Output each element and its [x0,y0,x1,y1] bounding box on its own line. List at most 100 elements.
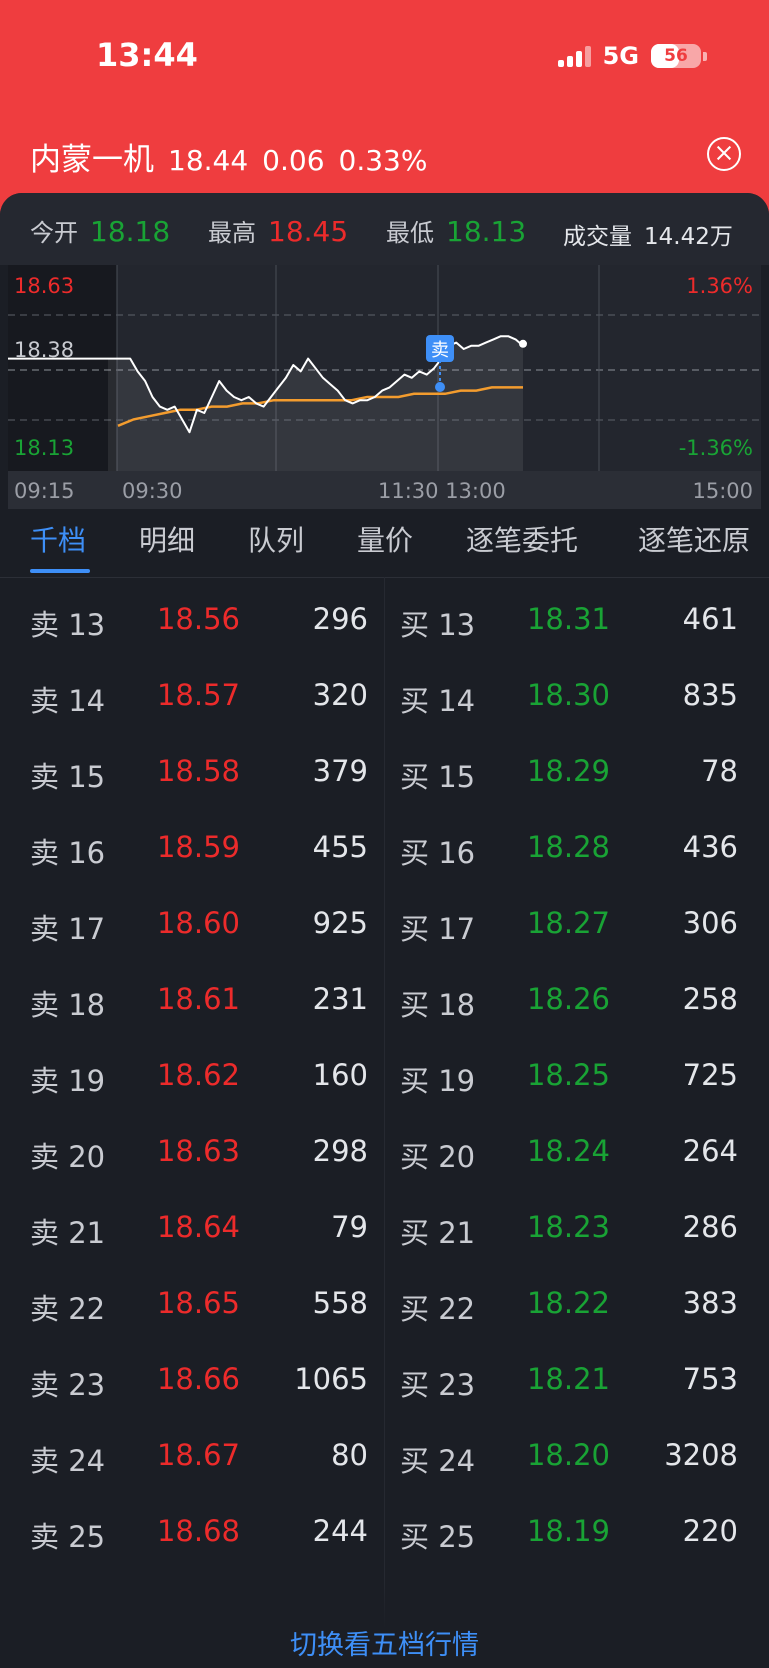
tab-volume-price[interactable]: 量价 [357,519,413,559]
ask-price: 18.67 [156,1438,240,1472]
ask-price: 18.57 [156,678,240,712]
ask-level: 卖 17 [30,912,106,946]
ask-qty: 296 [312,602,368,636]
tab-trade-replay[interactable]: 逐笔还原 [638,519,750,559]
order-book-row[interactable]: 卖 14 18.57 320 买 14 18.30 835 [0,660,769,736]
bid-level: 买 25 [400,1520,476,1554]
bid-qty: 725 [682,1058,738,1092]
ask-price: 18.66 [156,1362,240,1396]
price-mid-label: 18.38 [14,338,74,362]
bid-level: 买 17 [400,912,476,946]
order-book-row[interactable]: 卖 24 18.67 80 买 24 18.20 3208 [0,1420,769,1496]
bid-level: 买 22 [400,1292,476,1326]
stock-price: 18.44 [168,144,249,177]
ask-qty: 79 [331,1210,368,1244]
stat-high-label: 最高 [208,219,256,247]
ask-level: 卖 24 [30,1444,106,1478]
stat-open-value: 18.18 [90,215,171,248]
stat-volume: 成交量 14.42万 [563,217,733,251]
close-icon[interactable] [707,137,741,171]
ask-level: 卖 15 [30,760,106,794]
bid-level: 买 20 [400,1140,476,1174]
bid-price: 18.22 [526,1286,610,1320]
ask-level: 卖 16 [30,836,106,870]
bid-price: 18.19 [526,1514,610,1548]
stat-open: 今开 18.18 [30,213,170,248]
last-price-dot [519,339,527,348]
pct-low-label: -1.36% [679,436,753,460]
bid-qty: 258 [682,982,738,1016]
order-book-row[interactable]: 卖 20 18.63 298 买 20 18.24 264 [0,1116,769,1192]
ask-qty: 298 [312,1134,368,1168]
footer: 切换看五档行情 [0,1629,769,1665]
ask-qty: 1065 [294,1362,368,1396]
ask-price: 18.63 [156,1134,240,1168]
ask-qty: 160 [312,1058,368,1092]
status-indicators: 5G 56 [557,42,707,70]
order-book-row[interactable]: 卖 13 18.56 296 买 13 18.31 461 [0,584,769,660]
bid-level: 买 21 [400,1216,476,1250]
ask-level: 卖 13 [30,608,106,642]
ask-level: 卖 23 [30,1368,106,1402]
bid-qty: 753 [682,1362,738,1396]
ask-level: 卖 18 [30,988,106,1022]
order-book-row[interactable]: 卖 25 18.68 244 买 25 18.19 220 [0,1496,769,1572]
order-book-row[interactable]: 卖 21 18.64 79 买 21 18.23 286 [0,1192,769,1268]
ask-qty: 925 [312,906,368,940]
battery-tip [703,51,707,61]
ask-qty: 558 [312,1286,368,1320]
ask-price: 18.58 [156,754,240,788]
intraday-chart-svg: 卖 18.63 18.38 18.13 1.36% -1.36% 09:15 0… [8,265,761,509]
bid-qty: 78 [701,754,738,788]
sell-marker-label: 卖 [431,340,449,361]
tab-details[interactable]: 明细 [139,519,195,559]
stat-high: 最高 18.45 [208,213,348,248]
bid-price: 18.20 [526,1438,610,1472]
ask-qty: 231 [312,982,368,1016]
tab-queue[interactable]: 队列 [248,519,304,559]
order-book-row[interactable]: 卖 15 18.58 379 买 15 18.29 78 [0,736,769,812]
bid-level: 买 19 [400,1064,476,1098]
order-book-row[interactable]: 卖 16 18.59 455 买 16 18.28 436 [0,812,769,888]
intraday-chart[interactable]: 卖 18.63 18.38 18.13 1.36% -1.36% 09:15 0… [8,265,761,509]
time-label-1130-1300: 11:30 13:00 [378,479,506,503]
bid-price: 18.24 [526,1134,610,1168]
switch-five-level-button[interactable]: 切换看五档行情 [290,1630,479,1661]
bid-level: 买 13 [400,608,476,642]
bid-qty: 383 [682,1286,738,1320]
book-fade [0,1577,769,1629]
order-book-row[interactable]: 卖 17 18.60 925 买 17 18.27 306 [0,888,769,964]
stat-volume-label: 成交量 [563,224,632,250]
order-book-row[interactable]: 卖 22 18.65 558 买 22 18.22 383 [0,1268,769,1344]
order-book-row[interactable]: 卖 19 18.62 160 买 19 18.25 725 [0,1040,769,1116]
time-label-0915: 09:15 [14,479,75,503]
order-book-row[interactable]: 卖 23 18.66 1065 买 23 18.21 753 [0,1344,769,1420]
bid-qty: 3208 [664,1438,738,1472]
stat-high-value: 18.45 [268,215,349,248]
bid-price: 18.26 [526,982,610,1016]
ask-level: 卖 14 [30,684,106,718]
pct-high-label: 1.36% [686,274,753,298]
time-label-0930: 09:30 [122,479,183,503]
bid-price: 18.31 [526,602,610,636]
bid-level: 买 16 [400,836,476,870]
bid-level: 买 14 [400,684,476,718]
quote-sheet: 今开 18.18 最高 18.45 最低 18.13 成交量 14.42万 卖 … [0,193,769,1665]
ask-price: 18.60 [156,906,240,940]
price-low-label: 18.13 [14,436,74,460]
ask-price: 18.64 [156,1210,240,1244]
tab-depth[interactable]: 千档 [30,519,86,559]
order-book-row[interactable]: 卖 18 18.61 231 买 18 18.26 258 [0,964,769,1040]
ask-price: 18.56 [156,602,240,636]
ask-qty: 80 [331,1438,368,1472]
tab-order-by-order[interactable]: 逐笔委托 [466,519,578,559]
bid-qty: 220 [682,1514,738,1548]
ask-price: 18.61 [156,982,240,1016]
active-tab-indicator [30,569,90,573]
stat-volume-value: 14.42万 [644,224,733,250]
ask-level: 卖 21 [30,1216,106,1250]
stock-change-pct: 0.33% [338,144,428,177]
price-high-label: 18.63 [14,274,74,298]
stats-bar: 今开 18.18 最高 18.45 最低 18.13 成交量 14.42万 [0,193,769,265]
stat-low: 最低 18.13 [386,213,526,248]
